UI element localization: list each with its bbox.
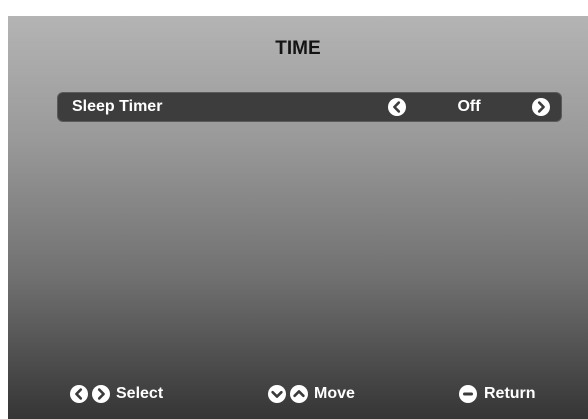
return-icon — [459, 385, 477, 403]
footer-move-hint: Move — [268, 384, 378, 404]
sleep-timer-value: Off — [457, 98, 481, 115]
chevron-right-icon — [92, 385, 110, 403]
chevron-left-icon — [70, 385, 88, 403]
select-label: Select — [116, 385, 164, 402]
chevron-left-icon[interactable] — [388, 98, 406, 116]
footer-return-hint: Return — [459, 384, 559, 404]
menu-row-sleep-timer[interactable]: Sleep Timer Off — [57, 92, 562, 122]
menu-title: TIME — [275, 38, 321, 59]
chevron-up-icon — [290, 385, 308, 403]
chevron-right-icon[interactable] — [532, 98, 550, 116]
footer-select-hint: Select — [70, 384, 190, 404]
return-label: Return — [484, 385, 536, 402]
chevron-down-icon — [268, 385, 286, 403]
move-label: Move — [314, 385, 355, 402]
osd-menu-screen: TIME Sleep Timer Off Select Move Return — [8, 16, 588, 419]
sleep-timer-label: Sleep Timer — [72, 98, 163, 115]
